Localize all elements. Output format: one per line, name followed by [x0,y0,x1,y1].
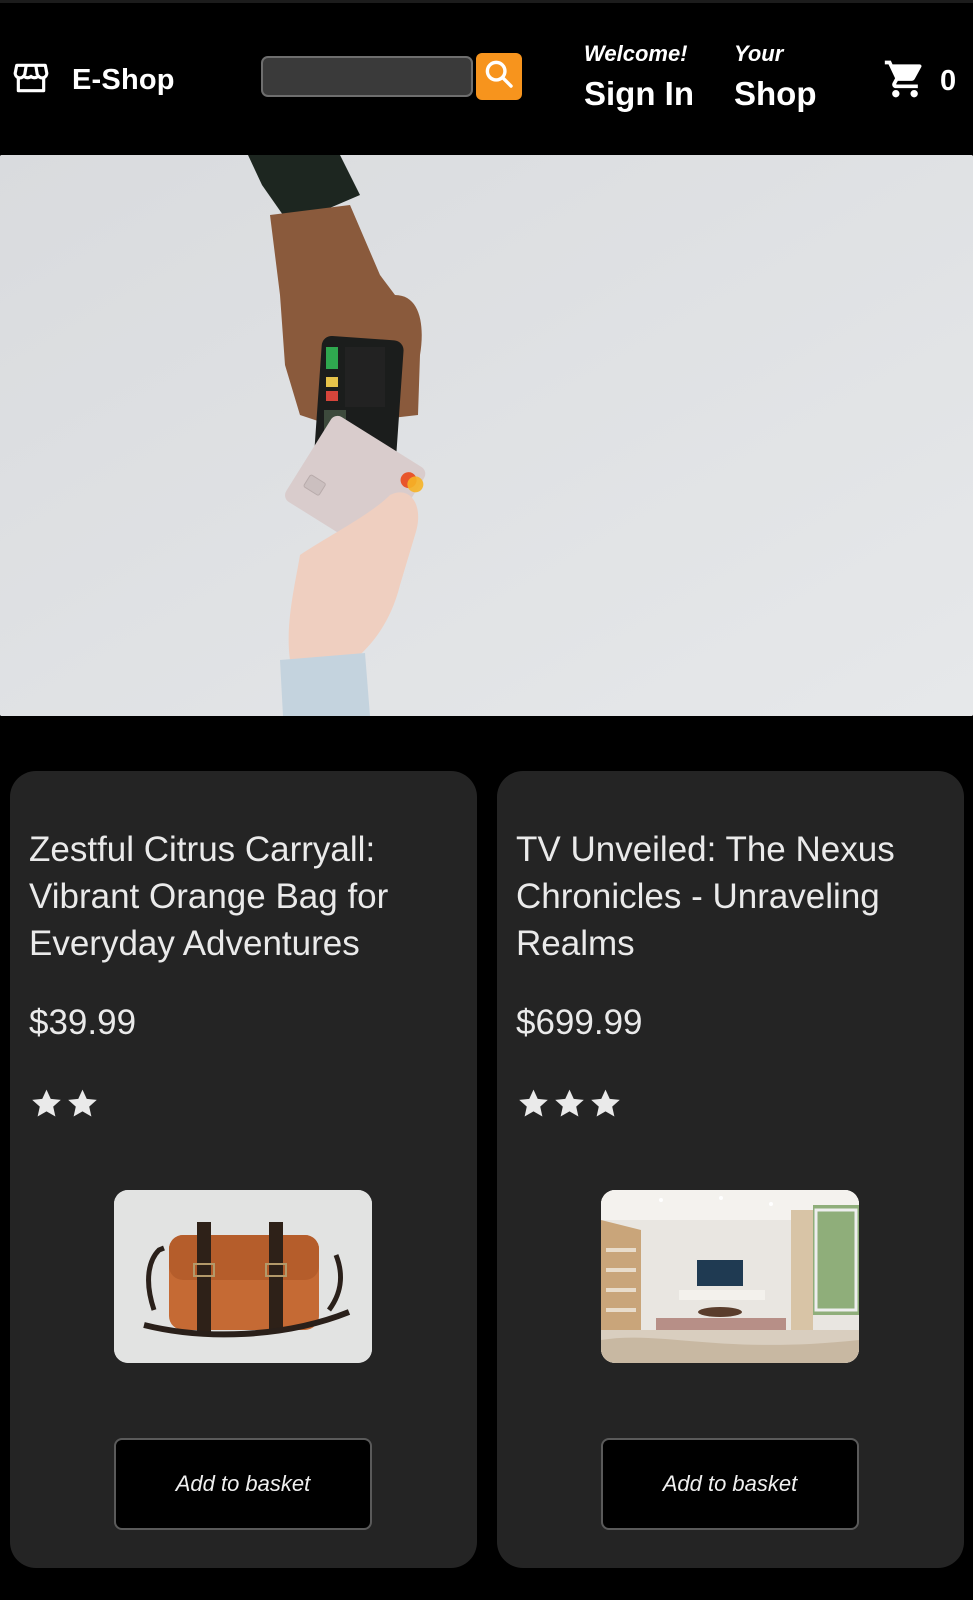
product-image[interactable] [114,1190,372,1363]
basket[interactable]: 0 [883,57,956,106]
product-image[interactable] [601,1190,859,1363]
product-price: $39.99 [29,1003,137,1042]
cart-icon [883,57,927,106]
add-to-basket-button[interactable]: Add to basket [601,1438,859,1530]
search-input[interactable] [261,56,473,97]
search-icon [482,57,516,96]
nav-greeting: Welcome! [584,41,688,66]
hero-banner [0,155,973,716]
basket-count: 0 [940,65,957,97]
nav-sign-in-label: Sign In [584,75,694,112]
search-button[interactable] [476,53,522,100]
product-rating [29,1086,101,1121]
product-title[interactable]: TV Unveiled: The Nexus Chronicles - Unra… [516,826,946,967]
nav-your-label: Your [734,41,784,66]
star-icon [519,1089,548,1117]
star-icon [32,1089,61,1117]
star-icon [68,1089,97,1117]
logo-text: E-Shop [72,64,175,96]
hero-payment-image [0,155,973,716]
product-title[interactable]: Zestful Citrus Carryall: Vibrant Orange … [29,826,459,967]
nav-shop-label: Shop [734,75,817,112]
nav-your-shop[interactable]: Your Shop [734,41,816,113]
living-room-tv-image [601,1190,859,1363]
orange-bag-image [114,1190,372,1363]
logo[interactable]: E-Shop [12,59,175,102]
star-icon [591,1089,620,1117]
add-to-basket-button[interactable]: Add to basket [114,1438,372,1530]
product-card: TV Unveiled: The Nexus Chronicles - Unra… [497,771,964,1568]
product-price: $699.99 [516,1003,643,1042]
star-icon [555,1089,584,1117]
search-bar [261,53,522,100]
store-icon [12,59,50,102]
header: E-Shop Welcome! Sign In Your Shop 0 [0,3,973,155]
product-rating [516,1086,624,1121]
nav-sign-in[interactable]: Welcome! Sign In [584,41,694,113]
product-card: Zestful Citrus Carryall: Vibrant Orange … [10,771,477,1568]
